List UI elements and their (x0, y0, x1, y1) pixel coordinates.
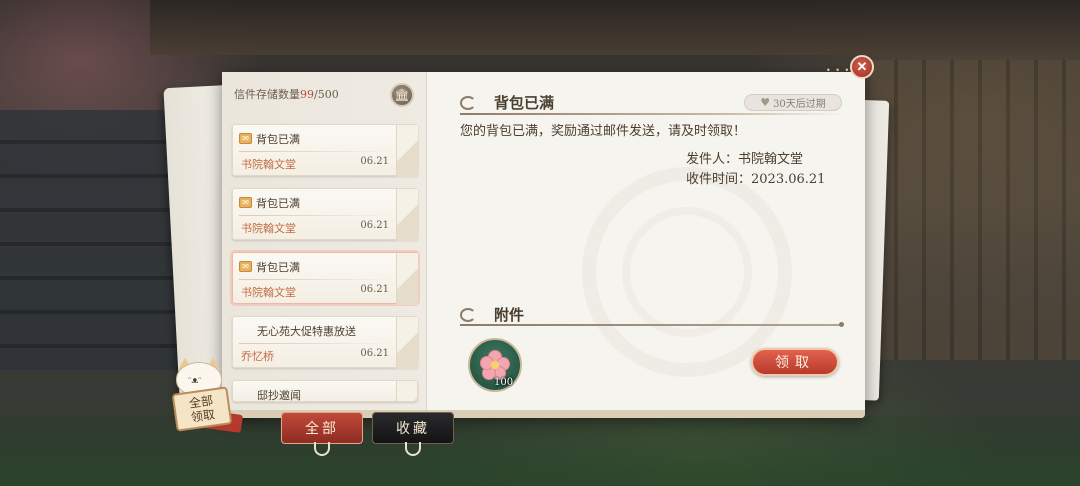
delete-read-button[interactable]: 🏛︎ (390, 83, 414, 107)
paper-fold (396, 189, 418, 241)
attachment-header: 附件 (460, 304, 844, 327)
detail-received-time: 收件时间：2023.06.21 (686, 172, 826, 187)
claim-button[interactable]: 领取 (751, 348, 839, 376)
storage-count: 信件存储数量99/500 (234, 86, 339, 102)
attachment-title: 附件 (494, 306, 525, 324)
close-button[interactable]: ✕ (850, 55, 874, 79)
background-screen (870, 60, 1080, 360)
mail-date: 06.21 (360, 156, 389, 167)
heart-icon: ♥ (760, 96, 771, 109)
detail-title: 背包已满 (494, 94, 555, 112)
mail-sender: 书院翰文堂 (241, 158, 296, 171)
flower-icon (480, 350, 510, 380)
mail-title: 背包已满 (256, 197, 300, 210)
claim-all-button[interactable]: ᵔᴥᵔ 全部 领取 (160, 358, 244, 433)
mail-item[interactable]: ✉ 背包已满 书院翰文堂 06.21 (232, 188, 418, 241)
storage-label: 信件存储数量 (234, 88, 300, 101)
mail-date: 06.21 (360, 220, 389, 231)
background-beam (150, 0, 1080, 55)
mail-item-selected[interactable]: ✉ 背包已满 书院翰文堂 06.21 (232, 252, 418, 305)
expire-text: 30天后过期 (773, 99, 826, 110)
paper-fold (396, 317, 418, 369)
mail-sender: 书院翰文堂 (241, 286, 296, 299)
close-icon: ✕ (856, 59, 868, 75)
mail-title: 背包已满 (256, 133, 300, 146)
mail-title: 背包已满 (256, 261, 300, 274)
mail-item[interactable]: 无心苑大促特惠放送 乔忆桥 06.21 (232, 316, 418, 369)
detail-sender: 发件人：书院翰文堂 (686, 152, 804, 167)
mail-item[interactable]: 邸抄邀闻 (232, 380, 418, 402)
envelope-icon: ✉ (239, 261, 252, 272)
swirl-icon (460, 96, 476, 110)
cat-face: ᵔᴥᵔ (188, 376, 202, 386)
mail-item[interactable]: ✉ 背包已满 书院翰文堂 06.21 (232, 124, 418, 177)
paper-fold (396, 125, 418, 177)
expire-badge: ♥ 30天后过期 (744, 94, 842, 111)
paper-fold (396, 381, 417, 401)
storage-current: 99 (300, 88, 314, 101)
envelope-icon: ✉ (239, 133, 252, 144)
trash-icon: 🏛︎ (394, 88, 410, 102)
storage-max: /500 (314, 88, 339, 101)
tab-favorites[interactable]: 收藏 (372, 412, 454, 444)
mail-divider (239, 151, 393, 152)
close-decoration: • • • (826, 66, 851, 75)
mail-divider (239, 343, 393, 344)
detail-body: 您的背包已满，奖励通过邮件发送，请及时领取！ (460, 124, 747, 139)
attachment-quantity: 100 (494, 377, 514, 388)
tab-all[interactable]: 全部 (281, 412, 363, 444)
mail-date: 06.21 (360, 348, 389, 359)
paper-fold (396, 253, 418, 305)
mail-divider (239, 215, 393, 216)
mail-sender: 书院翰文堂 (241, 222, 296, 235)
mail-title: 邸抄邀闻 (257, 389, 301, 402)
mail-divider (239, 279, 393, 280)
swirl-icon (460, 308, 476, 322)
mail-date: 06.21 (360, 284, 389, 295)
mail-title: 无心苑大促特惠放送 (257, 325, 356, 338)
mail-sender: 乔忆桥 (241, 350, 274, 363)
mail-panel: 信件存储数量99/500 🏛︎ ✉ 背包已满 书院翰文堂 06.21 ✉ 背包已… (222, 72, 865, 418)
envelope-icon: ✉ (239, 197, 252, 208)
mail-list-column: 信件存储数量99/500 🏛︎ ✉ 背包已满 书院翰文堂 06.21 ✉ 背包已… (222, 72, 427, 418)
claim-all-sign: 全部 领取 (171, 386, 233, 432)
title-underline (460, 113, 842, 115)
attachment-underline (460, 322, 844, 327)
